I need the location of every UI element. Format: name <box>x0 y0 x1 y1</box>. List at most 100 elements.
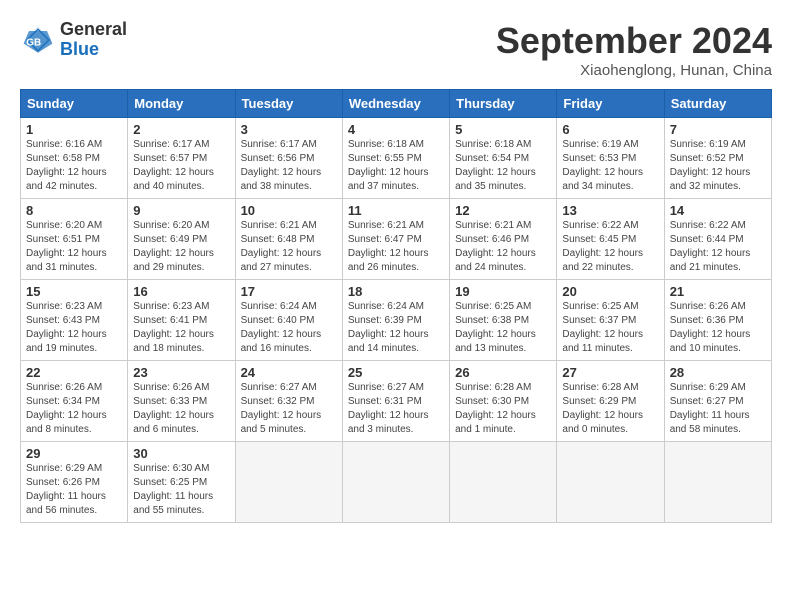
day-info: Sunrise: 6:19 AMSunset: 6:52 PMDaylight:… <box>670 139 751 192</box>
calendar-week-1: 1 Sunrise: 6:16 AMSunset: 6:58 PMDayligh… <box>21 118 772 199</box>
calendar-cell: 2 Sunrise: 6:17 AMSunset: 6:57 PMDayligh… <box>128 118 235 199</box>
calendar-cell: 14 Sunrise: 6:22 AMSunset: 6:44 PMDaylig… <box>664 199 771 280</box>
logo-text: General Blue <box>60 20 127 60</box>
col-saturday: Saturday <box>664 90 771 118</box>
day-info: Sunrise: 6:23 AMSunset: 6:43 PMDaylight:… <box>26 301 107 354</box>
calendar-table: Sunday Monday Tuesday Wednesday Thursday… <box>20 89 772 523</box>
day-info: Sunrise: 6:21 AMSunset: 6:46 PMDaylight:… <box>455 220 536 273</box>
day-info: Sunrise: 6:17 AMSunset: 6:57 PMDaylight:… <box>133 139 214 192</box>
day-info: Sunrise: 6:21 AMSunset: 6:48 PMDaylight:… <box>241 220 322 273</box>
day-info: Sunrise: 6:18 AMSunset: 6:54 PMDaylight:… <box>455 139 536 192</box>
day-number: 17 <box>241 284 337 299</box>
day-number: 21 <box>670 284 766 299</box>
day-info: Sunrise: 6:27 AMSunset: 6:32 PMDaylight:… <box>241 382 322 435</box>
day-info: Sunrise: 6:28 AMSunset: 6:30 PMDaylight:… <box>455 382 536 435</box>
calendar-cell: 3 Sunrise: 6:17 AMSunset: 6:56 PMDayligh… <box>235 118 342 199</box>
calendar-cell: 22 Sunrise: 6:26 AMSunset: 6:34 PMDaylig… <box>21 361 128 442</box>
calendar-cell: 24 Sunrise: 6:27 AMSunset: 6:32 PMDaylig… <box>235 361 342 442</box>
day-number: 16 <box>133 284 229 299</box>
calendar-cell: 5 Sunrise: 6:18 AMSunset: 6:54 PMDayligh… <box>450 118 557 199</box>
location: Xiaohenglong, Hunan, China <box>496 62 772 79</box>
month-title: September 2024 <box>496 20 772 62</box>
calendar-cell: 15 Sunrise: 6:23 AMSunset: 6:43 PMDaylig… <box>21 280 128 361</box>
calendar-cell: 19 Sunrise: 6:25 AMSunset: 6:38 PMDaylig… <box>450 280 557 361</box>
day-info: Sunrise: 6:18 AMSunset: 6:55 PMDaylight:… <box>348 139 429 192</box>
col-tuesday: Tuesday <box>235 90 342 118</box>
day-number: 18 <box>348 284 444 299</box>
day-info: Sunrise: 6:22 AMSunset: 6:45 PMDaylight:… <box>562 220 643 273</box>
calendar-cell: 10 Sunrise: 6:21 AMSunset: 6:48 PMDaylig… <box>235 199 342 280</box>
day-info: Sunrise: 6:23 AMSunset: 6:41 PMDaylight:… <box>133 301 214 354</box>
day-info: Sunrise: 6:22 AMSunset: 6:44 PMDaylight:… <box>670 220 751 273</box>
calendar-week-5: 29 Sunrise: 6:29 AMSunset: 6:26 PMDaylig… <box>21 442 772 523</box>
day-number: 29 <box>26 446 122 461</box>
day-number: 3 <box>241 122 337 137</box>
day-info: Sunrise: 6:27 AMSunset: 6:31 PMDaylight:… <box>348 382 429 435</box>
col-monday: Monday <box>128 90 235 118</box>
day-info: Sunrise: 6:26 AMSunset: 6:36 PMDaylight:… <box>670 301 751 354</box>
calendar-cell: 9 Sunrise: 6:20 AMSunset: 6:49 PMDayligh… <box>128 199 235 280</box>
day-number: 9 <box>133 203 229 218</box>
calendar-cell: 13 Sunrise: 6:22 AMSunset: 6:45 PMDaylig… <box>557 199 664 280</box>
day-number: 15 <box>26 284 122 299</box>
calendar-cell: 18 Sunrise: 6:24 AMSunset: 6:39 PMDaylig… <box>342 280 449 361</box>
day-number: 13 <box>562 203 658 218</box>
day-number: 19 <box>455 284 551 299</box>
calendar-cell <box>450 442 557 523</box>
day-number: 5 <box>455 122 551 137</box>
day-number: 22 <box>26 365 122 380</box>
calendar-cell: 16 Sunrise: 6:23 AMSunset: 6:41 PMDaylig… <box>128 280 235 361</box>
day-info: Sunrise: 6:16 AMSunset: 6:58 PMDaylight:… <box>26 139 107 192</box>
calendar-cell <box>342 442 449 523</box>
calendar-cell: 28 Sunrise: 6:29 AMSunset: 6:27 PMDaylig… <box>664 361 771 442</box>
day-number: 28 <box>670 365 766 380</box>
calendar-week-2: 8 Sunrise: 6:20 AMSunset: 6:51 PMDayligh… <box>21 199 772 280</box>
title-block: September 2024 Xiaohenglong, Hunan, Chin… <box>496 20 772 79</box>
logo: GB General Blue <box>20 20 127 60</box>
day-number: 14 <box>670 203 766 218</box>
col-wednesday: Wednesday <box>342 90 449 118</box>
day-number: 8 <box>26 203 122 218</box>
calendar-cell: 29 Sunrise: 6:29 AMSunset: 6:26 PMDaylig… <box>21 442 128 523</box>
day-number: 27 <box>562 365 658 380</box>
calendar-cell: 26 Sunrise: 6:28 AMSunset: 6:30 PMDaylig… <box>450 361 557 442</box>
calendar-cell: 23 Sunrise: 6:26 AMSunset: 6:33 PMDaylig… <box>128 361 235 442</box>
calendar-cell <box>557 442 664 523</box>
day-info: Sunrise: 6:20 AMSunset: 6:51 PMDaylight:… <box>26 220 107 273</box>
day-number: 25 <box>348 365 444 380</box>
day-number: 6 <box>562 122 658 137</box>
day-info: Sunrise: 6:17 AMSunset: 6:56 PMDaylight:… <box>241 139 322 192</box>
calendar-cell: 17 Sunrise: 6:24 AMSunset: 6:40 PMDaylig… <box>235 280 342 361</box>
day-info: Sunrise: 6:24 AMSunset: 6:40 PMDaylight:… <box>241 301 322 354</box>
day-info: Sunrise: 6:30 AMSunset: 6:25 PMDaylight:… <box>133 463 213 516</box>
page-header: GB General Blue September 2024 Xiaohengl… <box>20 20 772 79</box>
day-number: 30 <box>133 446 229 461</box>
calendar-cell: 4 Sunrise: 6:18 AMSunset: 6:55 PMDayligh… <box>342 118 449 199</box>
calendar-cell: 1 Sunrise: 6:16 AMSunset: 6:58 PMDayligh… <box>21 118 128 199</box>
calendar-cell: 20 Sunrise: 6:25 AMSunset: 6:37 PMDaylig… <box>557 280 664 361</box>
day-number: 4 <box>348 122 444 137</box>
calendar-cell: 7 Sunrise: 6:19 AMSunset: 6:52 PMDayligh… <box>664 118 771 199</box>
calendar-cell: 8 Sunrise: 6:20 AMSunset: 6:51 PMDayligh… <box>21 199 128 280</box>
header-row: Sunday Monday Tuesday Wednesday Thursday… <box>21 90 772 118</box>
day-info: Sunrise: 6:21 AMSunset: 6:47 PMDaylight:… <box>348 220 429 273</box>
calendar-cell: 11 Sunrise: 6:21 AMSunset: 6:47 PMDaylig… <box>342 199 449 280</box>
calendar-cell: 6 Sunrise: 6:19 AMSunset: 6:53 PMDayligh… <box>557 118 664 199</box>
day-number: 1 <box>26 122 122 137</box>
day-info: Sunrise: 6:28 AMSunset: 6:29 PMDaylight:… <box>562 382 643 435</box>
day-info: Sunrise: 6:29 AMSunset: 6:26 PMDaylight:… <box>26 463 106 516</box>
day-info: Sunrise: 6:26 AMSunset: 6:33 PMDaylight:… <box>133 382 214 435</box>
calendar-cell <box>235 442 342 523</box>
day-info: Sunrise: 6:29 AMSunset: 6:27 PMDaylight:… <box>670 382 750 435</box>
day-number: 2 <box>133 122 229 137</box>
day-number: 10 <box>241 203 337 218</box>
col-thursday: Thursday <box>450 90 557 118</box>
day-info: Sunrise: 6:24 AMSunset: 6:39 PMDaylight:… <box>348 301 429 354</box>
day-number: 26 <box>455 365 551 380</box>
day-number: 20 <box>562 284 658 299</box>
calendar-cell: 27 Sunrise: 6:28 AMSunset: 6:29 PMDaylig… <box>557 361 664 442</box>
day-info: Sunrise: 6:25 AMSunset: 6:38 PMDaylight:… <box>455 301 536 354</box>
calendar-week-4: 22 Sunrise: 6:26 AMSunset: 6:34 PMDaylig… <box>21 361 772 442</box>
calendar-cell: 21 Sunrise: 6:26 AMSunset: 6:36 PMDaylig… <box>664 280 771 361</box>
day-number: 11 <box>348 203 444 218</box>
